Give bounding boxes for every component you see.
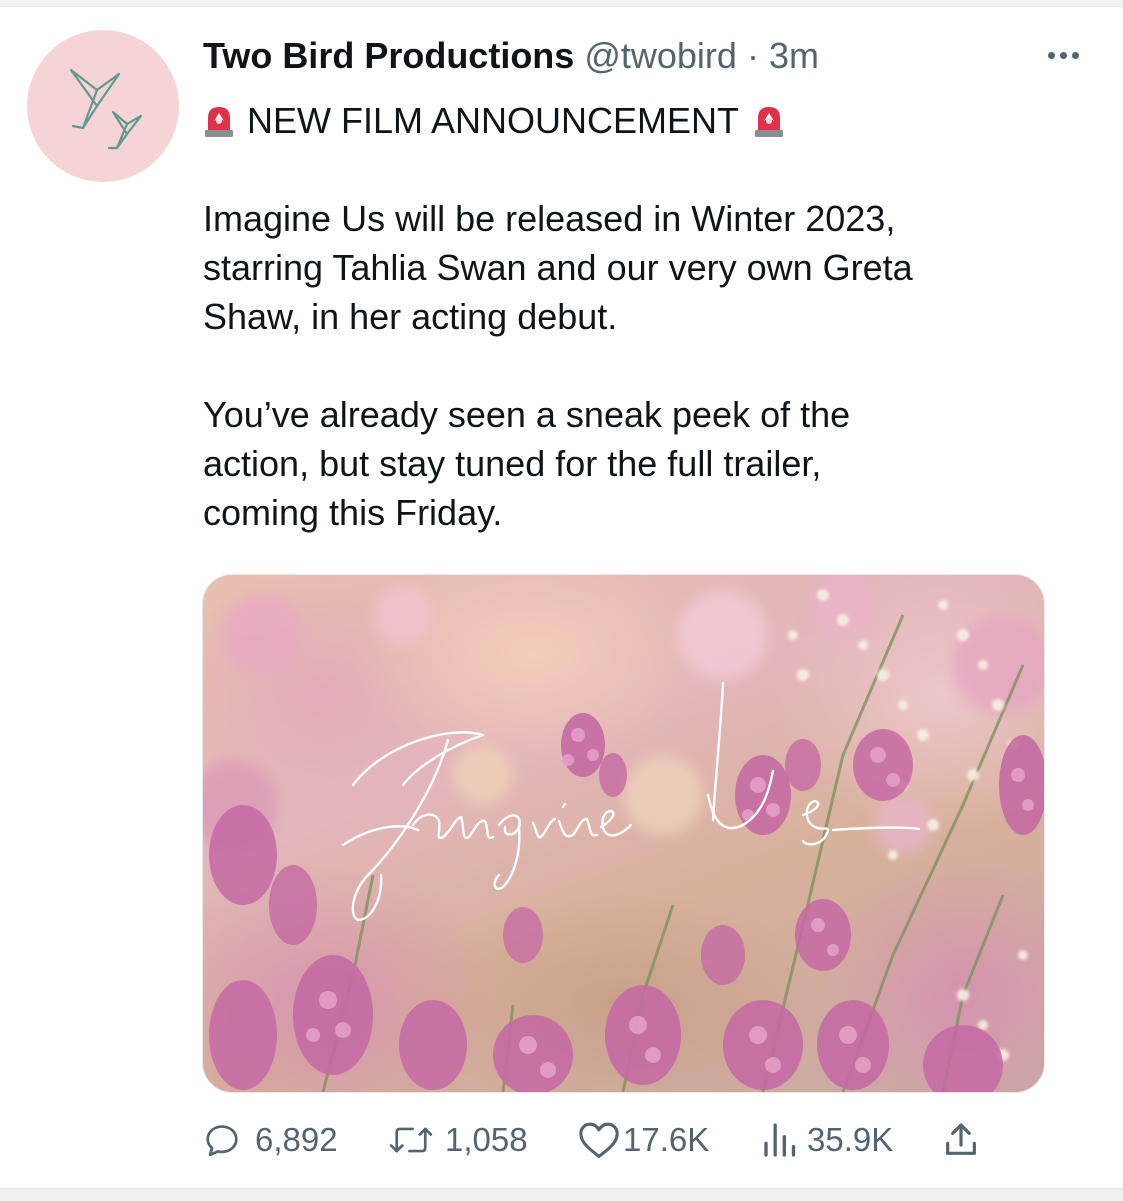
retweet-button[interactable]: 1,058 — [387, 1115, 528, 1165]
tweet-media-image[interactable] — [202, 574, 1045, 1093]
text-line: Shaw, in her acting debut. — [203, 296, 618, 337]
retweet-icon — [389, 1127, 433, 1153]
more-options-icon[interactable] — [1038, 40, 1088, 70]
text-line: You’ve already seen a sneak peek of the — [203, 394, 851, 435]
text-line: coming this Friday. — [203, 492, 503, 533]
police-car-light-icon — [205, 106, 233, 137]
like-count: 17.6K — [623, 1121, 710, 1158]
origami-birds-logo-icon — [69, 68, 143, 150]
author-avatar[interactable] — [27, 30, 179, 182]
headline-line: NEW FILM ANNOUNCEMENT — [203, 96, 1083, 145]
headline-text: NEW FILM ANNOUNCEMENT — [247, 100, 740, 141]
reply-button[interactable]: 6,892 — [203, 1115, 338, 1165]
share-button[interactable] — [941, 1115, 981, 1165]
tweet-header: Two Bird Productions @twobird · 3m — [203, 34, 819, 78]
paragraph-trailer: You’ve already seen a sneak peek of the … — [203, 390, 1083, 537]
pink-heather-flowers-icon — [203, 575, 1044, 1092]
separator-dot: · — [746, 35, 759, 76]
bottom-divider — [0, 1188, 1123, 1201]
paragraph-release: Imagine Us will be released in Winter 20… — [203, 194, 1083, 341]
heart-icon — [579, 1122, 619, 1158]
tweet-actions-bar: 6,892 1,058 17.6K 35.9K — [203, 1115, 1083, 1165]
timestamp[interactable]: 3m — [769, 35, 819, 76]
views-count: 35.9K — [807, 1121, 894, 1158]
retweet-count: 1,058 — [445, 1121, 528, 1158]
tweet-text: NEW FILM ANNOUNCEMENT Imagine Us will be… — [203, 96, 1083, 537]
like-button[interactable]: 17.6K — [577, 1115, 709, 1165]
top-divider — [0, 0, 1123, 7]
author-handle[interactable]: @twobird — [584, 35, 737, 76]
views-bar-chart-icon — [764, 1123, 796, 1157]
text-line: Imagine Us will be released in Winter 20… — [203, 198, 896, 239]
views-button[interactable]: 35.9K — [761, 1115, 893, 1165]
text-line: starring Tahlia Swan and our very own Gr… — [203, 247, 913, 288]
share-upload-icon — [946, 1123, 976, 1155]
reply-count: 6,892 — [255, 1121, 338, 1158]
police-car-light-icon — [755, 106, 784, 137]
reply-bubble-icon — [206, 1125, 238, 1157]
author-name[interactable]: Two Bird Productions — [203, 35, 574, 76]
text-line: action, but stay tuned for the full trai… — [203, 443, 822, 484]
